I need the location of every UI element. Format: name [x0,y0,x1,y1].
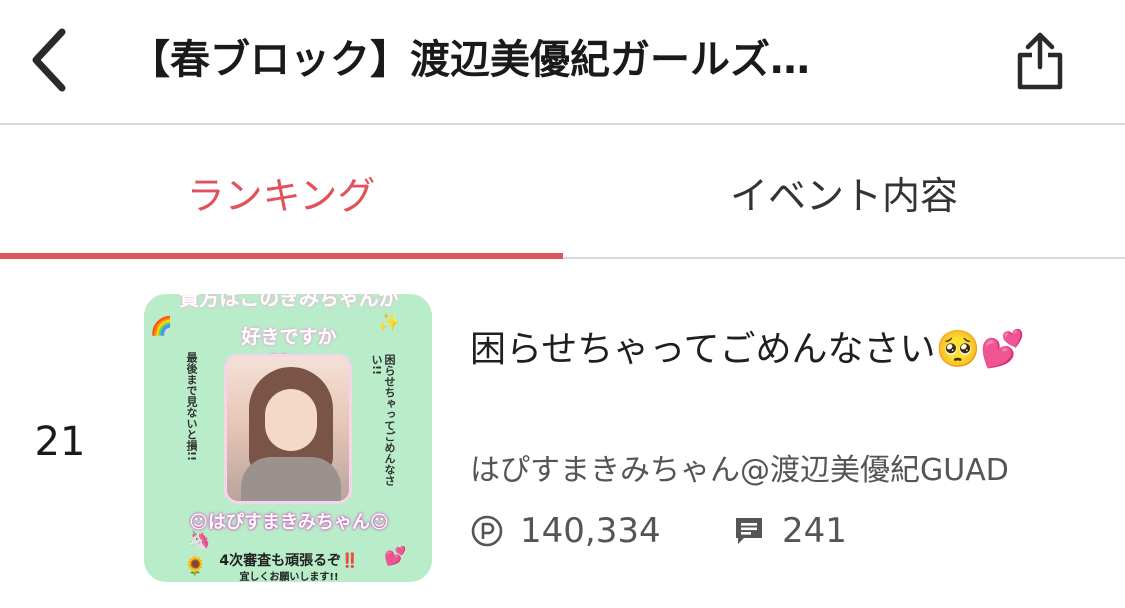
thumbnail-top-text: 貴方はこのきみちゃんが [179,294,399,310]
back-button[interactable] [18,22,78,98]
thumbnail-right-text: 困らせちゃってごめんなさい!! [370,354,396,486]
tab-ranking[interactable]: ランキング [0,127,562,257]
page-title: 【春ブロック】渡辺美優紀ガールズ… [130,37,810,83]
rank-number: 21 [34,419,86,465]
entry-title[interactable]: 困らせちゃってごめんなさい🥺💕 [470,326,1070,426]
thumbnail-question: 好きですか❤️？ [241,326,337,375]
thumbnail-bottom-subtext: 宜しくお願いします!! [239,572,339,582]
comments-value: 241 [782,511,847,551]
points-stat: 140,334 [470,508,661,554]
thumbnail-left-text: 最後まで見ないと損!! [185,352,198,462]
sparkle-icon: ✨ [378,312,401,333]
share-icon [1017,32,1063,90]
entry-thumbnail[interactable]: 貴方はこのきみちゃんが 好きですか❤️？ 最後まで見ないと損!! 困らせちゃって… [144,294,432,582]
comments-stat: 241 [732,508,847,554]
tab-event-details[interactable]: イベント内容 [563,127,1125,257]
entry-stats: 140,334 241 [470,508,1110,554]
chevron-left-icon [32,28,66,92]
rainbow-icon: 🌈 [150,316,173,337]
share-button[interactable] [1005,22,1075,98]
active-tab-indicator [0,253,563,259]
points-value: 140,334 [520,511,661,551]
profile-photo [224,354,352,504]
user-name[interactable]: はぴすまきみちゃん@渡辺美優紀GUAD [470,448,1110,494]
ranking-row[interactable]: 21 貴方はこのきみちゃんが 好きですか❤️？ 最後まで見ないと損!! 困らせち… [0,262,1125,608]
tab-bar: ランキング イベント内容 [0,127,1125,259]
thumbnail-bottom-text: 4次審査も頑張るぞ‼️ [219,553,359,569]
points-icon [471,515,503,547]
header-bar: 【春ブロック】渡辺美優紀ガールズ… [0,0,1125,125]
thumbnail-name: ☺はぴすまきみちゃん☺ [189,512,389,533]
comment-icon [736,518,762,544]
